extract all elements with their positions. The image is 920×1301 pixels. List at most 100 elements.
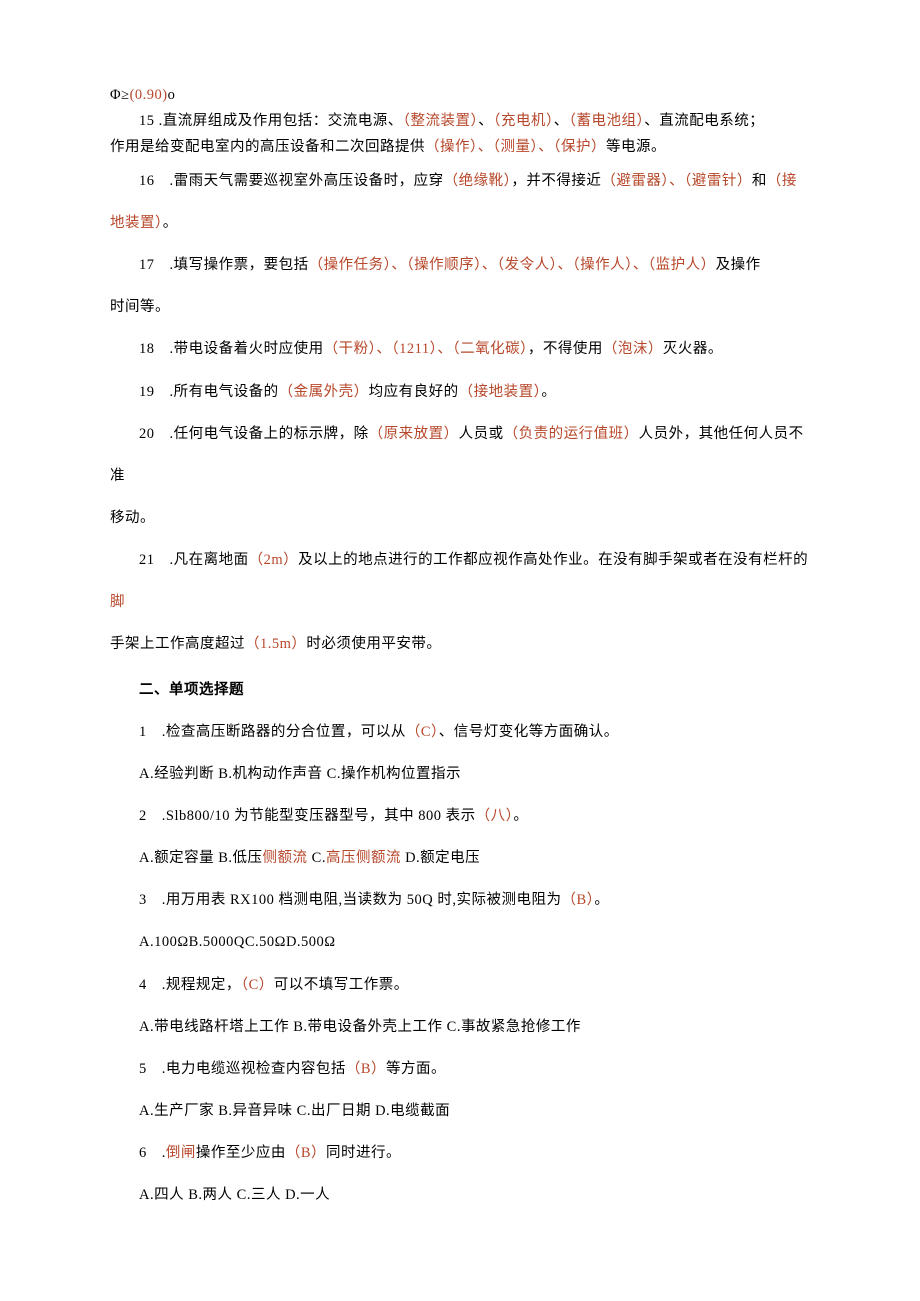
answer-text: （B） (286, 1145, 326, 1161)
text: A.带电线路杆塔上工作 B.带电设备外壳上工作 C.事故紧急抢修工作 (139, 1019, 581, 1035)
fill-question-17-line2: 时间等。 (110, 286, 810, 328)
text: 和 (752, 173, 767, 189)
text: 手架上工作高度超过 (110, 636, 245, 652)
answer-text: （金属外壳） (279, 384, 369, 400)
fill-question-15-line2: 作用是给变配电室内的高压设备和二次回路提供（操作）、（测量）、（保护）等电源。 (110, 134, 810, 160)
mc-options-3: A.100ΩB.5000QC.50ΩD.500Ω (110, 921, 810, 963)
answer-text: （B） (562, 892, 595, 908)
answer-text: （B） (346, 1061, 386, 1077)
answer-text: （操作任务）、（操作顺序）、（发令人）、（操作人）、（监护人） (309, 257, 716, 273)
answer-text: (0.90) (130, 87, 168, 103)
answer-text: 地装置） (110, 215, 163, 231)
text-red: 倒闸 (166, 1145, 196, 1161)
fill-question-17: 17 .填写操作票，要包括（操作任务）、（操作顺序）、（发令人）、（操作人）、（… (110, 244, 810, 286)
text: 。 (163, 215, 178, 231)
text: A.额定容量 B.低压 (139, 850, 263, 866)
fill-question-21-line2: 手架上工作高度超过（1.5m）时必须使用平安带。 (110, 623, 810, 665)
text: 作用是给变配电室内的高压设备和二次回路提供 (110, 139, 425, 155)
answer-text: （1.5m） (245, 636, 306, 652)
text: 1 .检查高压断路器的分合位置，可以从 (139, 724, 406, 740)
text: 操作至少应由 (196, 1145, 286, 1161)
answer-text: （泡沫） (603, 341, 663, 357)
answer-text: （2m） (249, 552, 299, 568)
text: 5 .电力电缆巡视检查内容包括 (139, 1061, 346, 1077)
text: 。 (513, 808, 528, 824)
fill-question-18: 18 .带电设备着火时应使用（干粉）、（1211）、（二氧化碳），不得使用（泡沫… (110, 328, 810, 370)
fill-question-20: 20 .任何电气设备上的标示牌，除（原来放置）人员或（负责的运行值班）人员外，其… (110, 413, 810, 497)
text: A.100ΩB.5000QC.50ΩD.500Ω (139, 934, 336, 950)
answer-text: （接 (767, 173, 797, 189)
document-page: Φ≥(0.90)o 15 .直流屏组成及作用包括：交流电源、（整流装置）、（充电… (0, 0, 920, 1301)
mc-options-6: A.四人 B.两人 C.三人 D.一人 (110, 1174, 810, 1216)
text: 等方面。 (386, 1061, 446, 1077)
answer-text: （C） (241, 977, 274, 993)
mc-question-2: 2 .Slb800/10 为节能型变压器型号，其中 800 表示（八）。 (110, 795, 810, 837)
section-title-mc: 二、单项选择题 (110, 669, 810, 711)
mc-question-1: 1 .检查高压断路器的分合位置，可以从（C）、信号灯变化等方面确认。 (110, 711, 810, 753)
text: 。 (594, 892, 609, 908)
text: 6 . (139, 1145, 166, 1161)
mc-options-1: A.经验判断 B.机构动作声音 C.操作机构位置指示 (110, 753, 810, 795)
text: 4 .规程规定， (139, 977, 241, 993)
text-red: 侧额流 (263, 850, 312, 866)
text: 同时进行。 (326, 1145, 401, 1161)
mc-options-4: A.带电线路杆塔上工作 B.带电设备外壳上工作 C.事故紧急抢修工作 (110, 1006, 810, 1048)
answer-text: （干粉）、（1211）、（二氧化碳） (324, 341, 528, 357)
fill-question-15: 15 .直流屏组成及作用包括：交流电源、（整流装置）、（充电机）、（蓄电池组）、… (110, 108, 810, 134)
text: 灭火器。 (663, 341, 723, 357)
text: 及以上的地点进行的工作都应视作高处作业。在没有脚手架或者在没有栏杆的 (298, 552, 808, 568)
text: A.经验判断 B.机构动作声音 C.操作机构位置指示 (139, 766, 461, 782)
text: 均应有良好的 (369, 384, 459, 400)
mc-question-6: 6 .倒闸操作至少应由（B）同时进行。 (110, 1132, 810, 1174)
text: D.额定电压 (405, 850, 480, 866)
text: ，并不得接近 (511, 173, 601, 189)
mc-question-4: 4 .规程规定，（C）可以不填写工作票。 (110, 964, 810, 1006)
answer-text: （避雷器）、（避雷针） (601, 173, 752, 189)
fill-question-20-line2: 移动。 (110, 497, 810, 539)
text: 21 .凡在离地面 (139, 552, 249, 568)
mc-options-5: A.生产厂家 B.异音异味 C.出厂日期 D.电缆截面 (110, 1090, 810, 1132)
text: 时必须使用平安带。 (306, 636, 441, 652)
text: 人员或 (459, 426, 504, 442)
text: ，不得使用 (528, 341, 603, 357)
fill-question-19: 19 .所有电气设备的（金属外壳）均应有良好的（接地装置）。 (110, 371, 810, 413)
text: 、 (554, 113, 569, 129)
answer-text: 脚 (110, 594, 125, 610)
fill-question-21: 21 .凡在离地面（2m）及以上的地点进行的工作都应视作高处作业。在没有脚手架或… (110, 539, 810, 623)
answer-text: （蓄电池组） (569, 113, 645, 129)
heading-text: 二、单项选择题 (139, 682, 244, 698)
text: 、直流配电系统； (644, 113, 764, 129)
text: 17 .填写操作票，要包括 (139, 257, 309, 273)
text: A.四人 B.两人 C.三人 D.一人 (139, 1187, 330, 1203)
text-red: 高压侧额流 (326, 850, 405, 866)
mc-question-3: 3 .用万用表 RX100 档测电阻,当读数为 50Q 时,实际被测电阻为（B）… (110, 879, 810, 921)
text: 18 .带电设备着火时应使用 (139, 341, 324, 357)
text: 、 (478, 113, 493, 129)
text: C. (312, 850, 326, 866)
text: 可以不填写工作票。 (274, 977, 409, 993)
text: A.生产厂家 B.异音异味 C.出厂日期 D.电缆截面 (139, 1103, 450, 1119)
text: 15 .直流屏组成及作用包括：交流电源、 (139, 113, 403, 129)
answer-text: （八） (476, 808, 514, 824)
text: 3 .用万用表 RX100 档测电阻,当读数为 50Q 时,实际被测电阻为 (139, 892, 562, 908)
text: 时间等。 (110, 299, 170, 315)
text: 。 (541, 384, 556, 400)
text: 等电源。 (606, 139, 666, 155)
text: 移动。 (110, 510, 155, 526)
mc-options-2: A.额定容量 B.低压侧额流 C.高压侧额流 D.额定电压 (110, 837, 810, 879)
fill-question-16-line2: 地装置）。 (110, 202, 810, 244)
answer-text: （整流装置） (403, 113, 479, 129)
fill-question-16: 16 .雷雨天气需要巡视室外高压设备时，应穿（绝缘靴），并不得接近（避雷器）、（… (110, 160, 810, 202)
text: o (168, 87, 176, 103)
text: 19 .所有电气设备的 (139, 384, 279, 400)
answer-text: （接地装置） (459, 384, 542, 400)
text: 20 .任何电气设备上的标示牌，除 (139, 426, 369, 442)
mc-question-5: 5 .电力电缆巡视检查内容包括（B）等方面。 (110, 1048, 810, 1090)
answer-text: （原来放置） (369, 426, 459, 442)
answer-text: （操作）、（测量）、（保护） (425, 139, 606, 155)
text: 2 .Slb800/10 为节能型变压器型号，其中 800 表示 (139, 808, 476, 824)
text: 16 .雷雨天气需要巡视室外高压设备时，应穿 (139, 173, 444, 189)
answer-text: （充电机） (493, 113, 554, 129)
answer-text: （负责的运行值班） (504, 426, 639, 442)
fragment-prev-answer: Φ≥(0.90)o (110, 82, 810, 108)
